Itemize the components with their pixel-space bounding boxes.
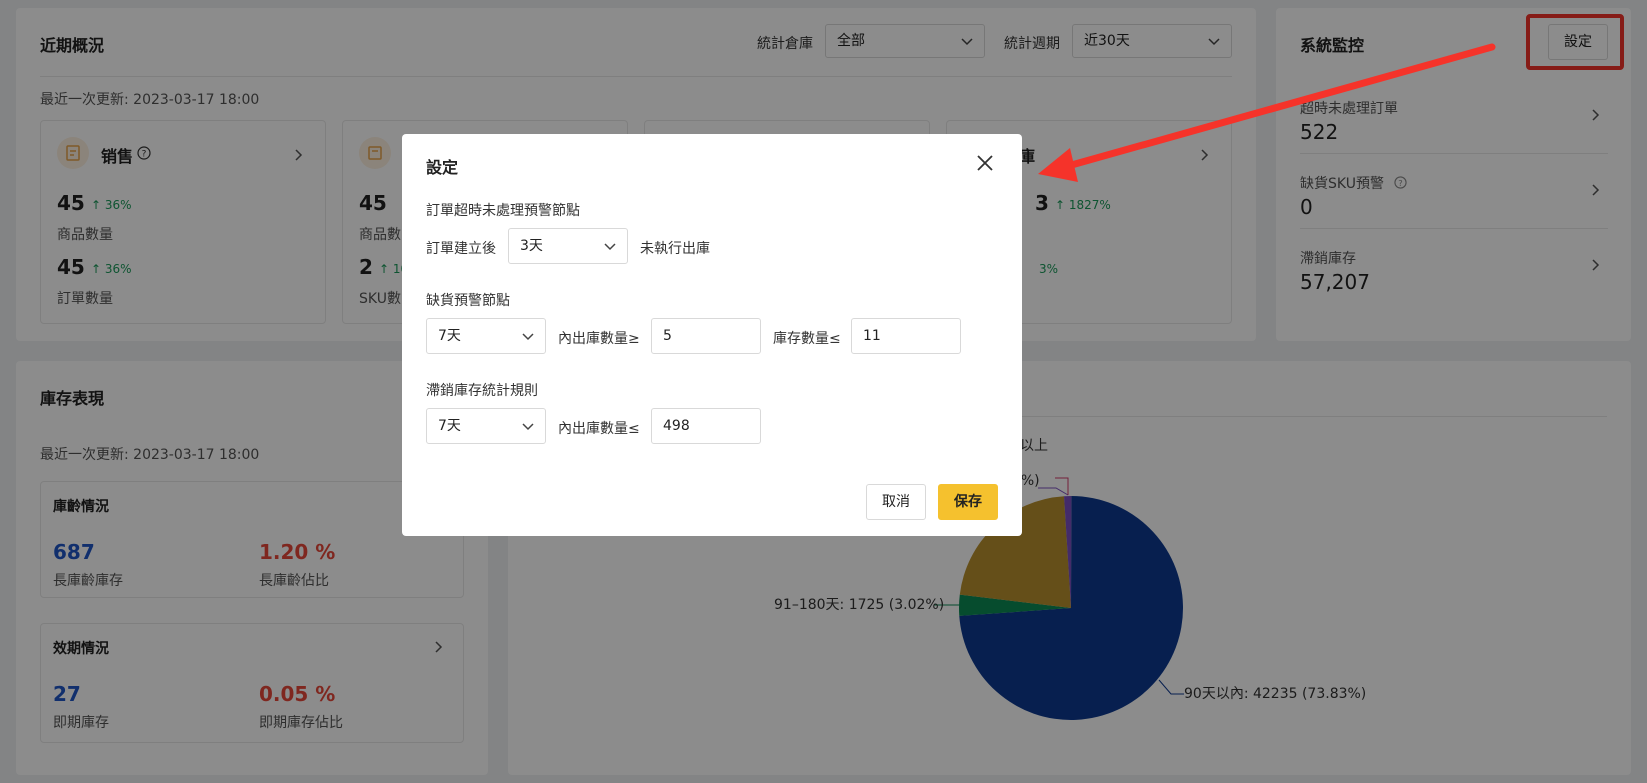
annotation-arrow <box>1038 43 1496 182</box>
